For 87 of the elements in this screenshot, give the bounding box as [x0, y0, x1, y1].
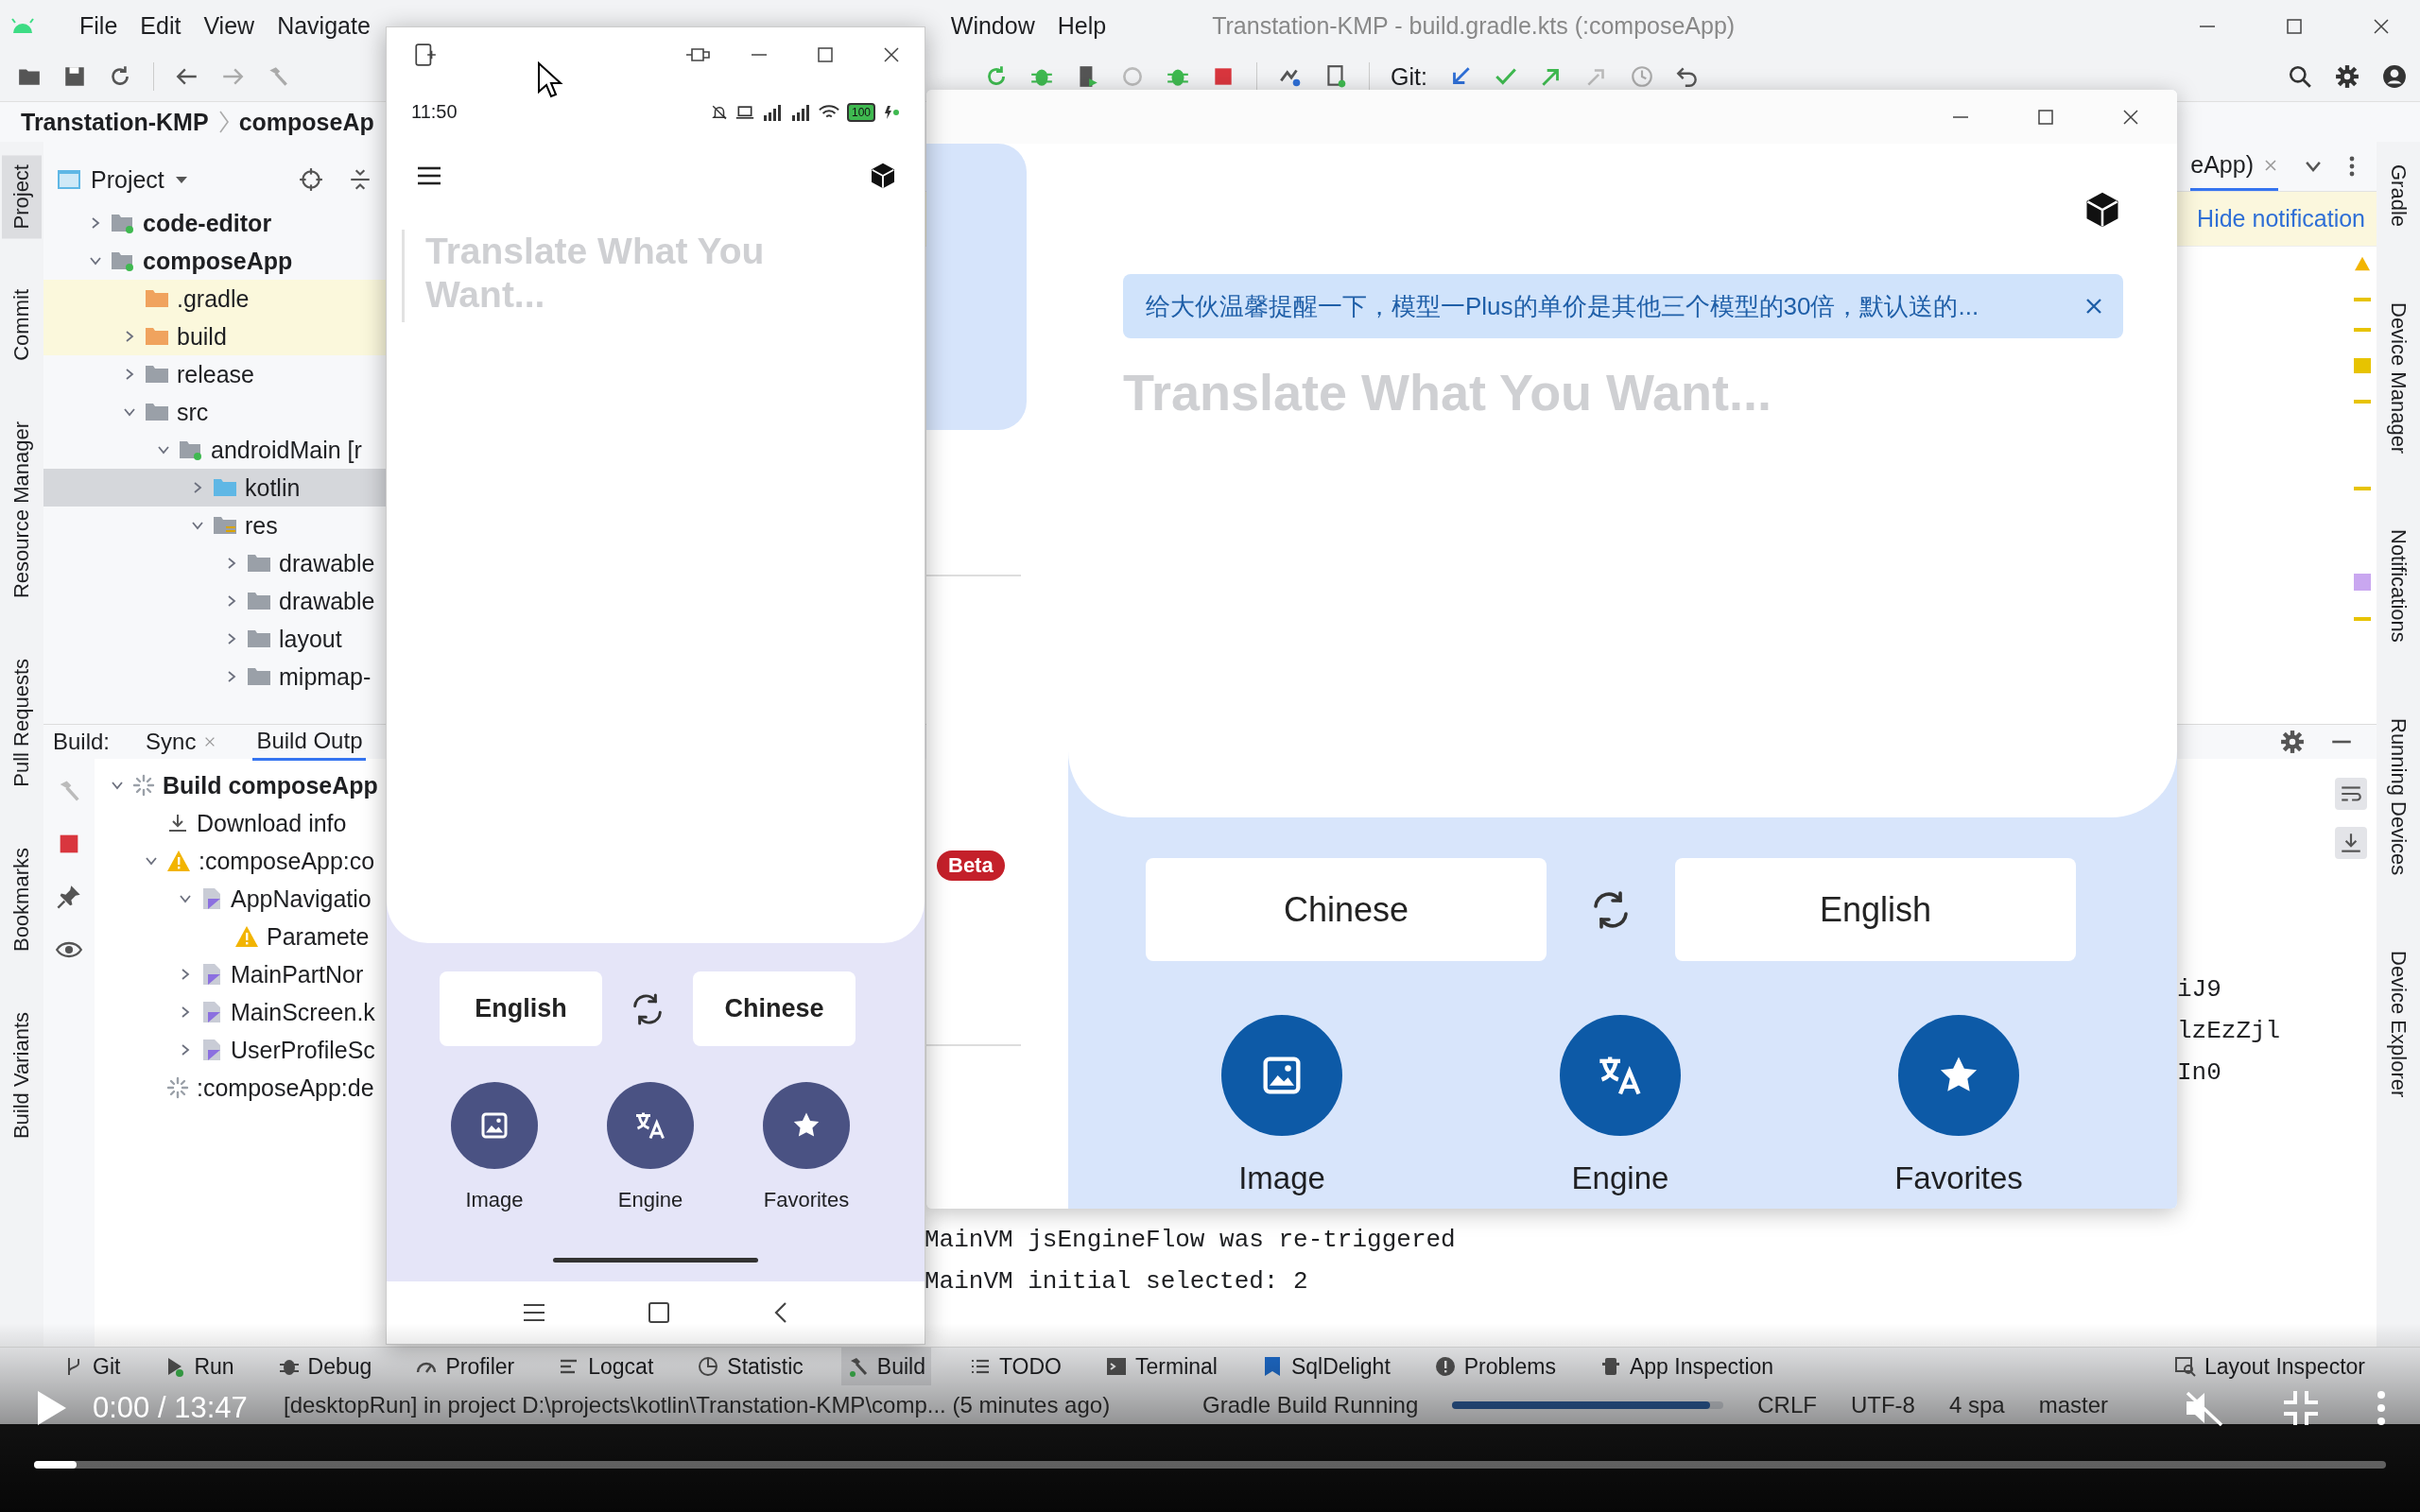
tool-window-tab[interactable]: TODO: [963, 1348, 1067, 1385]
battery-indicator: 100: [846, 102, 875, 122]
tree-item[interactable]: Download info: [95, 804, 386, 842]
tool-window-tab[interactable]: Pull Requests: [2, 649, 42, 798]
tool-window-tab[interactable]: Layout Inspector: [2168, 1348, 2371, 1385]
window-title: Transtation-KMP - build.gradle.kts (:composeApp): [1212, 12, 1736, 40]
tool-window-tab[interactable]: Build: [840, 1348, 931, 1385]
action-label: Image: [1238, 1160, 1325, 1196]
tree-item[interactable]: :composeApp:co: [95, 842, 386, 880]
tree-item[interactable]: .gradle: [43, 280, 386, 318]
language-button[interactable]: Chinese: [693, 971, 856, 1046]
tree-item[interactable]: drawable: [43, 544, 386, 582]
tree-item[interactable]: layout: [43, 620, 386, 658]
console-line: MainVM jsEngineFlow was re-triggered: [925, 1225, 1457, 1256]
status-item[interactable]: 4 spa: [1948, 1391, 2005, 1418]
status-task: Gradle Build Running: [1202, 1391, 1419, 1418]
console-line: lzEzZjl: [2177, 1016, 2282, 1047]
tree-item[interactable]: Build composeApp: [95, 766, 386, 804]
tool-window-tab[interactable]: Debug: [271, 1348, 378, 1385]
tool-window-tab[interactable]: Device Manager: [2378, 293, 2418, 464]
breadcrumb[interactable]: Transtation-KMP: [21, 108, 209, 136]
tool-window-tab[interactable]: Profiler: [409, 1348, 521, 1385]
tool-window-tab[interactable]: Project: [2, 155, 42, 239]
tool-window-tab[interactable]: Build Variants: [2, 1003, 42, 1149]
tree-item[interactable]: MainScreen.k: [95, 993, 386, 1031]
tool-window-tab[interactable]: App Inspection: [1593, 1348, 1780, 1385]
menu-item[interactable]: Window: [939, 12, 1046, 40]
status-item[interactable]: UTF-8: [1850, 1391, 1915, 1418]
action-label: Image: [465, 1188, 524, 1212]
action-label: Engine: [617, 1188, 683, 1212]
tool-window-tab[interactable]: Running Devices: [2378, 709, 2418, 885]
tree-item[interactable]: MainPartNor: [95, 955, 386, 993]
beta-badge: Beta: [937, 850, 1005, 881]
tool-window-tab[interactable]: Commit: [2, 280, 42, 371]
tool-window-tab[interactable]: Statistic: [691, 1348, 809, 1385]
tree-item[interactable]: AppNavigatio: [95, 880, 386, 918]
console-line: MainVM initial selected: 2: [925, 1266, 1309, 1297]
tree-item[interactable]: kotlin: [43, 469, 386, 507]
menu-item[interactable]: Navigate: [266, 12, 382, 40]
panel-tab[interactable]: Sync: [142, 725, 221, 759]
tree-item[interactable]: res: [43, 507, 386, 544]
tree-item[interactable]: release: [43, 355, 386, 393]
hide-notification-link[interactable]: Hide notification: [2197, 205, 2365, 232]
tree-item[interactable]: src: [43, 393, 386, 431]
tree-item[interactable]: androidMain [r: [43, 431, 386, 469]
tool-window-tab[interactable]: Bookmarks: [2, 838, 42, 962]
panel-title[interactable]: Project: [91, 165, 164, 194]
console-line: iJ9: [2177, 974, 2222, 1005]
status-item[interactable]: CRLF: [1757, 1391, 1817, 1418]
breadcrumb[interactable]: composeAp: [238, 108, 374, 136]
panel-title: Build:: [53, 729, 111, 755]
tree-item[interactable]: composeApp: [43, 242, 386, 280]
tree-item[interactable]: drawable: [43, 582, 386, 620]
tree-item[interactable]: code-editor: [43, 204, 386, 242]
menu-item[interactable]: File: [68, 12, 130, 40]
status-item[interactable]: master: [2038, 1391, 2108, 1418]
language-button[interactable]: English: [1675, 858, 2076, 961]
tool-window-tab[interactable]: Problems: [1427, 1348, 1562, 1385]
action-label: Engine: [1571, 1160, 1669, 1196]
tree-item[interactable]: UserProfileSc: [95, 1031, 386, 1069]
status-message: [desktopRun] in project D:\projects\kotlin\Transtation-KMP\comp... (5 minutes ago): [284, 1391, 1111, 1418]
tree-item[interactable]: build: [43, 318, 386, 355]
tool-window-tab[interactable]: Notifications: [2378, 520, 2418, 653]
tool-window-tab[interactable]: SqlDelight: [1254, 1348, 1396, 1385]
tree-item[interactable]: mipmap-: [43, 658, 386, 696]
console-line: In0: [2177, 1057, 2222, 1089]
video-time: 0:00 / 13:47: [93, 1391, 248, 1425]
tool-window-tab[interactable]: Run: [158, 1348, 240, 1385]
panel-tab[interactable]: Build Outp: [252, 723, 367, 761]
language-button[interactable]: English: [440, 971, 602, 1046]
tree-item[interactable]: Paramete: [95, 918, 386, 955]
language-button[interactable]: Chinese: [1146, 858, 1547, 961]
notification-text: 给大伙温馨提醒一下，模型一Plus的单价是其他三个模型的30倍，默认送的...: [1146, 290, 1979, 322]
tool-window-tab[interactable]: Gradle: [2378, 155, 2418, 237]
tool-window-tab[interactable]: Logcat: [552, 1348, 660, 1385]
tool-window-tab[interactable]: Resource Manager: [2, 412, 42, 609]
tool-window-tab[interactable]: Git: [57, 1348, 127, 1385]
tool-window-tab[interactable]: Terminal: [1099, 1348, 1223, 1385]
menu-item[interactable]: Help: [1046, 12, 1118, 40]
tree-item[interactable]: :composeApp:de: [95, 1069, 386, 1107]
git-label: Git:: [1391, 62, 1427, 91]
action-label: Favorites: [1894, 1160, 2023, 1196]
tool-window-tab[interactable]: Device Explorer: [2378, 941, 2418, 1108]
menu-item[interactable]: View: [192, 12, 267, 40]
action-label: Favorites: [763, 1188, 850, 1212]
menu-item[interactable]: Edit: [129, 12, 193, 40]
status-time: 11:50: [411, 101, 458, 123]
